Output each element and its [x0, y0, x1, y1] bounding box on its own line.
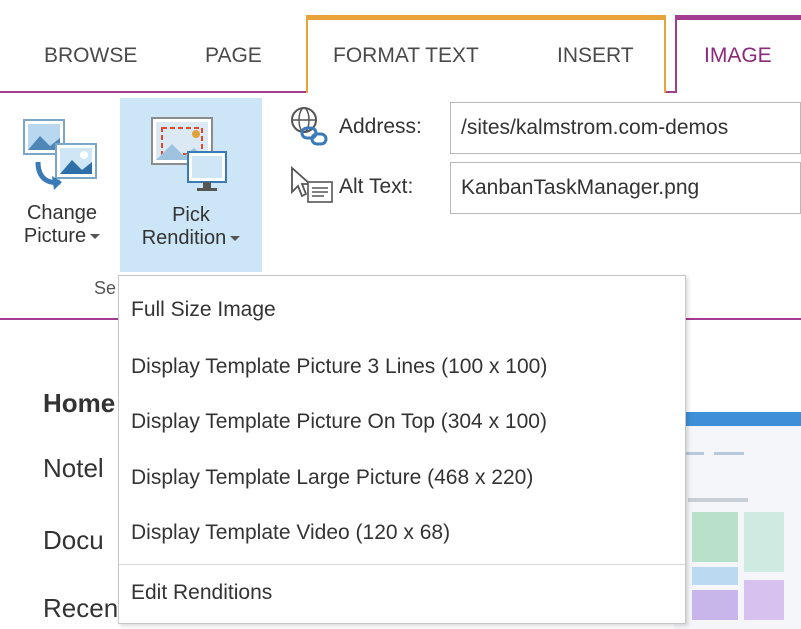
pick-rendition-label-2: Rendition	[141, 227, 227, 249]
change-picture-button[interactable]: Change Picture	[8, 98, 116, 268]
menu-item-large-picture[interactable]: Display Template Large Picture (468 x 22…	[131, 466, 533, 490]
tab-page[interactable]: PAGE	[205, 44, 262, 68]
cursor-text-icon	[291, 166, 333, 203]
tab-image[interactable]: IMAGE	[704, 44, 772, 68]
tab-underline	[0, 91, 306, 93]
nav-item-home[interactable]: Home	[43, 388, 115, 419]
menu-item-picture-on-top[interactable]: Display Template Picture On Top (304 x 1…	[131, 410, 547, 434]
tab-browse[interactable]: BROWSE	[44, 44, 137, 68]
tab-underline	[666, 91, 676, 93]
alt-text-label: Alt Text:	[339, 175, 414, 198]
change-picture-icon	[23, 119, 97, 190]
nav-item-documents[interactable]: Docu	[43, 525, 104, 556]
menu-divider	[119, 564, 685, 565]
change-picture-label-1: Change	[26, 202, 98, 224]
menu-item-video[interactable]: Display Template Video (120 x 68)	[131, 521, 450, 545]
menu-item-full-size[interactable]: Full Size Image	[131, 298, 276, 322]
menu-item-edit-renditions[interactable]: Edit Renditions	[131, 581, 272, 605]
alt-text-field[interactable]: KanbanTaskManager.png	[450, 162, 801, 214]
globe-link-icon	[291, 107, 328, 146]
image-preview	[674, 412, 801, 629]
tab-insert[interactable]: INSERT	[557, 44, 634, 68]
menu-item-picture-3-lines[interactable]: Display Template Picture 3 Lines (100 x …	[131, 355, 547, 379]
address-label: Address:	[339, 115, 422, 138]
pick-rendition-label-1: Pick	[172, 204, 210, 226]
change-picture-label-2: Picture	[23, 225, 87, 247]
nav-item-recent[interactable]: Recen	[43, 593, 118, 624]
ribbon-group-label: Se	[94, 278, 117, 298]
nav-item-notebook[interactable]: Notel	[43, 453, 104, 484]
rendition-menu: Full Size Image Display Template Picture…	[118, 275, 686, 624]
address-field[interactable]: /sites/kalmstrom.com-demos	[450, 102, 801, 154]
chevron-down-icon	[230, 236, 241, 242]
chevron-down-icon	[90, 234, 101, 240]
pick-rendition-button[interactable]: Pick Rendition	[120, 98, 262, 272]
tab-format-text[interactable]: FORMAT TEXT	[333, 44, 479, 68]
pick-rendition-icon	[151, 117, 227, 191]
